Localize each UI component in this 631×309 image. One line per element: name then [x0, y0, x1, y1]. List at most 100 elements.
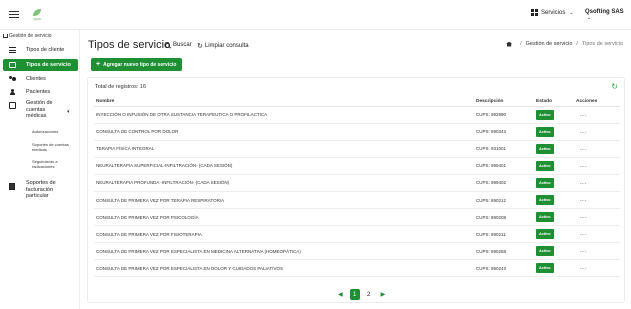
column-header-descripcion[interactable]: Descripción	[474, 98, 534, 107]
cell-description: CUPS: 890212	[474, 191, 534, 210]
search-label: Buscar	[173, 42, 192, 48]
breadcrumb-current: Tipos de servicio	[581, 41, 623, 47]
actions-menu-icon[interactable]: ...	[574, 174, 620, 192]
cell-status: Activo	[534, 191, 574, 210]
next-page-icon[interactable]: ▶	[381, 291, 386, 298]
sidebar-item-clientes[interactable]: Clientes	[0, 73, 80, 85]
breadcrumb-separator: /	[520, 41, 522, 47]
cell-status: Activo	[534, 140, 574, 158]
actions-menu-icon[interactable]: ...	[574, 106, 620, 124]
cell-description: CUPS: 890258	[474, 242, 534, 261]
actions-menu-icon[interactable]: ...	[574, 140, 620, 158]
page-2-button[interactable]: 2	[364, 289, 374, 300]
status-badge: Activo	[536, 229, 554, 240]
sidebar-section-title[interactable]: Gestión de servicio	[3, 33, 52, 39]
cell-description: CUPS: 931001	[474, 140, 534, 158]
column-header-estado[interactable]: Estado	[534, 98, 574, 107]
sidebar-subitem-autorizaciones[interactable]: Autorizaciones	[32, 129, 72, 134]
search-icon	[165, 42, 170, 48]
actions-menu-icon[interactable]: ...	[574, 259, 620, 278]
table-row: CONSULTA DE PRIMERA VEZ POR ESPECIALISTA…	[94, 242, 620, 261]
sidebar-item-pacientes[interactable]: Pacientes	[0, 86, 80, 98]
actions-menu-icon[interactable]: ...	[574, 208, 620, 227]
cell-name: CONSULTA DE CONTROL POR DOLOR	[94, 123, 474, 141]
folder-icon	[9, 102, 16, 109]
cell-name: CONSULTA DE PRIMERA VEZ POR PSICOLOGÍA	[94, 208, 474, 227]
refresh-icon: ↻	[197, 43, 203, 50]
cell-status: Activo	[534, 225, 574, 244]
cell-name: CONSULTA DE PRIMERA VEZ POR ESPECIALISTA…	[94, 242, 474, 261]
table-row: NEURALTERAPIA SUPERFICIAL-INFILTRACIÓN- …	[94, 157, 620, 175]
table-row: CONSULTA DE PRIMERA VEZ POR TERAPIA RESP…	[94, 191, 620, 210]
clear-query-button[interactable]: ↻ Limpiar consulta	[197, 42, 249, 50]
sidebar-item-label: Tipos de servicio	[26, 62, 71, 68]
status-badge: Activo	[536, 246, 554, 257]
page-1-button[interactable]: 1	[349, 289, 360, 300]
sidebar-item-label: Clientes	[26, 76, 46, 82]
cell-name: NEURALTERAPIA SUPERFICIAL-INFILTRACIÓN- …	[94, 157, 474, 175]
grid-icon	[531, 9, 538, 16]
table-row: TERAPIA FÍSICA INTEGRAL CUPS: 931001 Activ…	[94, 140, 620, 158]
cell-status: Activo	[534, 174, 574, 192]
cell-name: INYECCIÓN O INFUSIÓN DE OTRA SUSTANCIA T…	[94, 106, 474, 124]
cell-status: Activo	[534, 106, 574, 124]
cell-description: CUPS: 999401	[474, 157, 534, 175]
services-menu[interactable]: Servicios ⌄	[531, 9, 574, 16]
users-icon	[9, 76, 16, 82]
chevron-down-icon: ⌄	[569, 9, 574, 16]
page-title: Tipos de servicio	[88, 39, 171, 51]
sidebar-item-tipos-de-cliente[interactable]: Tipos de cliente	[0, 44, 80, 56]
prev-page-icon[interactable]: ◀	[338, 291, 343, 298]
actions-menu-icon[interactable]: ...	[574, 242, 620, 261]
menu-icon[interactable]	[9, 11, 19, 18]
search-button[interactable]: Buscar	[165, 42, 192, 48]
table-row: CONSULTA DE PRIMERA VEZ POR ESPECIALISTA…	[94, 259, 620, 278]
sidebar-subitem-soportes[interactable]: Soportes de cuentas médicas	[32, 142, 72, 152]
plus-icon: +	[96, 61, 101, 68]
table-row: CONSULTA DE CONTROL POR DOLOR CUPS: 89034…	[94, 123, 620, 141]
sidebar-group-label: Gestión de cuentas médicas	[26, 100, 53, 119]
document-icon	[9, 183, 15, 190]
pagination: ◀ 1 2 ▶	[333, 289, 390, 300]
cell-description: CUPS: 890243	[474, 259, 534, 278]
home-icon[interactable]	[506, 41, 513, 47]
total-records: Total de registros: 16	[95, 84, 147, 90]
actions-menu-icon[interactable]: ...	[574, 157, 620, 175]
services-label: Servicios	[541, 9, 566, 16]
column-header-acciones: Acciones	[574, 98, 620, 107]
logo[interactable]: Qsoft	[26, 9, 48, 23]
clear-label: Limpiar consulta	[204, 43, 249, 49]
cell-description: CUPS: 890208	[474, 208, 534, 227]
cell-description: CUPS: 890343	[474, 123, 534, 141]
list-icon	[9, 47, 16, 53]
status-badge: Activo	[536, 160, 554, 171]
status-badge: Activo	[536, 212, 554, 223]
user-icon	[9, 89, 16, 95]
actions-menu-icon[interactable]: ...	[574, 123, 620, 141]
cell-description: CUPS: 999402	[474, 174, 534, 192]
sidebar-section-label: Gestión de servicio	[9, 33, 52, 39]
refresh-icon[interactable]: ↻	[611, 82, 618, 91]
cell-name: CONSULTA DE PRIMERA VEZ POR ESPECIALISTA…	[94, 259, 474, 278]
breadcrumb-item[interactable]: Gestión de servicio	[526, 41, 573, 47]
company-menu[interactable]: Qsofting SAS ⌄	[585, 9, 631, 21]
actions-menu-icon[interactable]: ...	[574, 225, 620, 244]
add-service-type-button[interactable]: + Agregar nuevo tipo de servicio	[91, 58, 182, 71]
status-badge: Activo	[536, 195, 554, 206]
cell-name: CONSULTA DE PRIMERA VEZ POR FISIOTERAPIA	[94, 225, 474, 244]
sidebar-subitem-seguimiento[interactable]: Seguimiento a radicaciones	[32, 159, 72, 169]
top-bar: Qsoft Servicios ⌄ Qsofting SAS ⌄	[0, 0, 631, 30]
breadcrumb: / Gestión de servicio / Tipos de servici…	[506, 41, 623, 47]
cell-status: Activo	[534, 157, 574, 175]
status-badge: Activo	[536, 177, 554, 188]
sidebar-item-label: Tipos de cliente	[26, 47, 65, 53]
actions-menu-icon[interactable]: ...	[574, 191, 620, 210]
table-row: CONSULTA DE PRIMERA VEZ POR FISIOTERAPIA…	[94, 225, 620, 244]
service-types-table: Nombre Descripción Estado Acciones INYEC…	[94, 98, 620, 278]
column-header-nombre[interactable]: Nombre	[94, 98, 474, 107]
list-box-icon	[9, 62, 16, 68]
sidebar-item-label: Soportes de facturación particular	[26, 180, 56, 199]
sidebar-item-tipos-de-servicio[interactable]: Tipos de servicio	[3, 59, 78, 71]
add-button-label: Agregar nuevo tipo de servicio	[103, 61, 177, 68]
chevron-down-icon: ▾	[67, 109, 70, 115]
